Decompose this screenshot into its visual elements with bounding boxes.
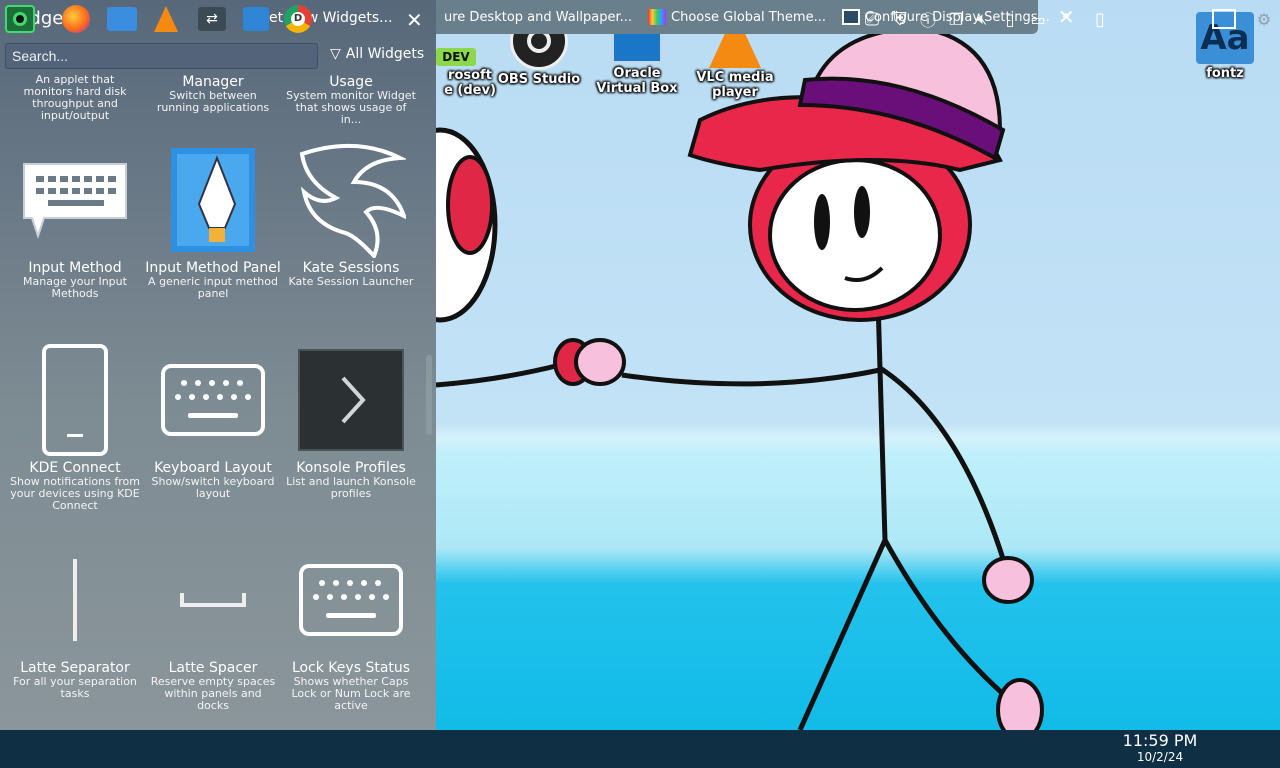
- vlc-taskbar-button[interactable]: [148, 4, 184, 34]
- widget-item[interactable]: Manager Switch between running applicati…: [144, 74, 282, 114]
- widget-description: Switch between running applications: [156, 89, 270, 114]
- chrome-dev-taskbar-button[interactable]: D: [280, 4, 316, 34]
- firefox-icon: [62, 5, 90, 33]
- tray-screenshot-icon[interactable]: ⎚: [860, 4, 884, 34]
- monitor-icon: [841, 9, 860, 25]
- widget-description: Kate Session Launcher: [288, 275, 414, 288]
- desktop-icon-label: fontz: [1206, 66, 1244, 81]
- widget-name: Latte Separator: [20, 660, 130, 676]
- close-icon[interactable]: ✕: [406, 8, 423, 32]
- vlc-cone-icon: [154, 6, 178, 32]
- widget-description: Manage your Input Methods: [23, 275, 127, 300]
- all-widgets-filter[interactable]: ▽ All Widgets: [330, 46, 424, 62]
- kate-bird-icon: [282, 140, 420, 260]
- filter-label: All Widgets: [345, 46, 425, 62]
- desktop-icon-label: OBS Studio: [497, 72, 581, 87]
- widget-input-method-panel[interactable]: Input Method Panel A generic input metho…: [144, 140, 282, 300]
- store-taskbar-button[interactable]: [238, 4, 274, 34]
- files-taskbar-button[interactable]: [104, 4, 140, 34]
- settings-taskbar-button[interactable]: ⇄: [194, 4, 230, 34]
- app-launcher-button[interactable]: [4, 4, 36, 34]
- widget-name: Kate Sessions: [302, 260, 400, 276]
- tray-clipboard-icon[interactable]: ❐: [944, 4, 968, 34]
- desktop-icon-label: VLC media player: [696, 70, 774, 100]
- pen-nib-icon: [144, 140, 282, 260]
- widget-input-method[interactable]: Input Method Manage your Input Methods: [6, 140, 144, 300]
- tray-expand-icon[interactable]: ⌃: [1054, 4, 1078, 34]
- widget-name: Usage: [329, 74, 373, 90]
- widget-name: Keyboard Layout: [154, 460, 272, 476]
- show-desktop-icon: [1212, 9, 1236, 29]
- phone-icon: [6, 340, 144, 460]
- widget-grid: An applet that monitors hard disk throug…: [6, 70, 420, 730]
- tray-phone-icon[interactable]: ▯: [1088, 4, 1112, 34]
- widget-name: Input Method: [28, 260, 122, 276]
- clock-date: 10/2/24: [1136, 750, 1184, 764]
- widget-description: For all your separation tasks: [13, 675, 137, 700]
- widget-konsole-profiles[interactable]: Konsole Profiles List and launch Konsole…: [282, 340, 420, 500]
- filter-icon: ▽: [330, 46, 341, 62]
- tray-display-icon[interactable]: ▭: [1026, 4, 1050, 34]
- widget-description: An applet that monitors hard disk throug…: [23, 73, 127, 122]
- keyboard-icon: [282, 540, 420, 660]
- theme-palette-icon: [648, 9, 666, 25]
- panel-settings-button[interactable]: ⚙: [1252, 4, 1276, 34]
- widget-keyboard-layout[interactable]: Keyboard Layout Show/switch keyboard lay…: [144, 340, 282, 500]
- widget-name: Input Method Panel: [145, 260, 281, 276]
- widget-description: System monitor Widget that shows usage o…: [286, 89, 416, 126]
- task-desktop-wallpaper[interactable]: ure Desktop and Wallpaper...: [436, 0, 640, 34]
- widget-description: A generic input method panel: [148, 275, 278, 300]
- search-input[interactable]: [5, 43, 318, 69]
- widget-name: Latte Spacer: [168, 660, 258, 676]
- widget-latte-separator[interactable]: Latte Separator For all your separation …: [6, 540, 144, 700]
- widget-description: Show/switch keyboard layout: [151, 475, 275, 500]
- clock-time: 11:59 PM: [1122, 731, 1198, 750]
- keyboard-icon: [144, 340, 282, 460]
- task-global-theme[interactable]: Choose Global Theme...: [640, 0, 834, 34]
- keyboard-speech-icon: [6, 140, 144, 260]
- desktop-icon-label: Oracle Virtual Box: [596, 66, 678, 96]
- task-label: ure Desktop and Wallpaper...: [444, 9, 632, 25]
- widget-name: KDE Connect: [29, 460, 121, 476]
- digital-clock[interactable]: 11:59 PM 10/2/24: [1118, 731, 1202, 765]
- tray-battery-icon[interactable]: ▯: [998, 4, 1022, 34]
- edge-dev-badge-icon: DEV: [436, 48, 476, 66]
- widget-lock-keys-status[interactable]: Lock Keys Status Shows whether Caps Lock…: [282, 540, 420, 712]
- widget-name: Lock Keys Status: [291, 660, 411, 676]
- taskbar: [0, 730, 1280, 768]
- tray-volume-muted-icon[interactable]: 🔇︎: [970, 4, 994, 34]
- tray-info-icon[interactable]: ⓘ: [916, 4, 940, 34]
- separator-icon: [6, 540, 144, 660]
- tray-shield-icon[interactable]: ⛨: [888, 4, 912, 34]
- widget-description: List and launch Konsole profiles: [286, 475, 416, 500]
- get-new-label: Get New Widgets...: [258, 10, 393, 26]
- widget-latte-spacer[interactable]: Latte Spacer Reserve empty spaces within…: [144, 540, 282, 712]
- task-label: Choose Global Theme...: [671, 9, 826, 25]
- widget-item[interactable]: Usage System monitor Widget that shows u…: [282, 74, 420, 126]
- widget-grid-scrollbar[interactable]: [426, 355, 432, 435]
- widget-description: Shows whether Caps Lock or Num Lock are …: [291, 675, 411, 712]
- store-bag-icon: [243, 7, 269, 31]
- widget-item[interactable]: An applet that monitors hard disk throug…: [6, 74, 144, 122]
- widget-name: Konsole Profiles: [296, 460, 406, 476]
- launcher-icon: [5, 5, 35, 33]
- spacer-icon: [144, 540, 282, 660]
- konsole-icon: [282, 340, 420, 460]
- chrome-dev-icon: D: [284, 5, 312, 33]
- widget-name: Manager: [182, 74, 244, 90]
- system-settings-icon: ⇄: [198, 7, 226, 31]
- widget-description: Reserve empty spaces within panels and d…: [150, 675, 276, 712]
- widget-description: Show notifications from your devices usi…: [10, 475, 140, 512]
- show-desktop-button[interactable]: [1206, 4, 1242, 34]
- firefox-taskbar-button[interactable]: [58, 4, 94, 34]
- widgets-panel: Widgets ⤓ Get New Widgets... ✕ ▽ All Wid…: [0, 0, 436, 730]
- folder-icon: [107, 7, 137, 31]
- widget-kde-connect[interactable]: KDE Connect Show notifications from your…: [6, 340, 144, 512]
- widget-kate-sessions[interactable]: Kate Sessions Kate Session Launcher: [282, 140, 420, 288]
